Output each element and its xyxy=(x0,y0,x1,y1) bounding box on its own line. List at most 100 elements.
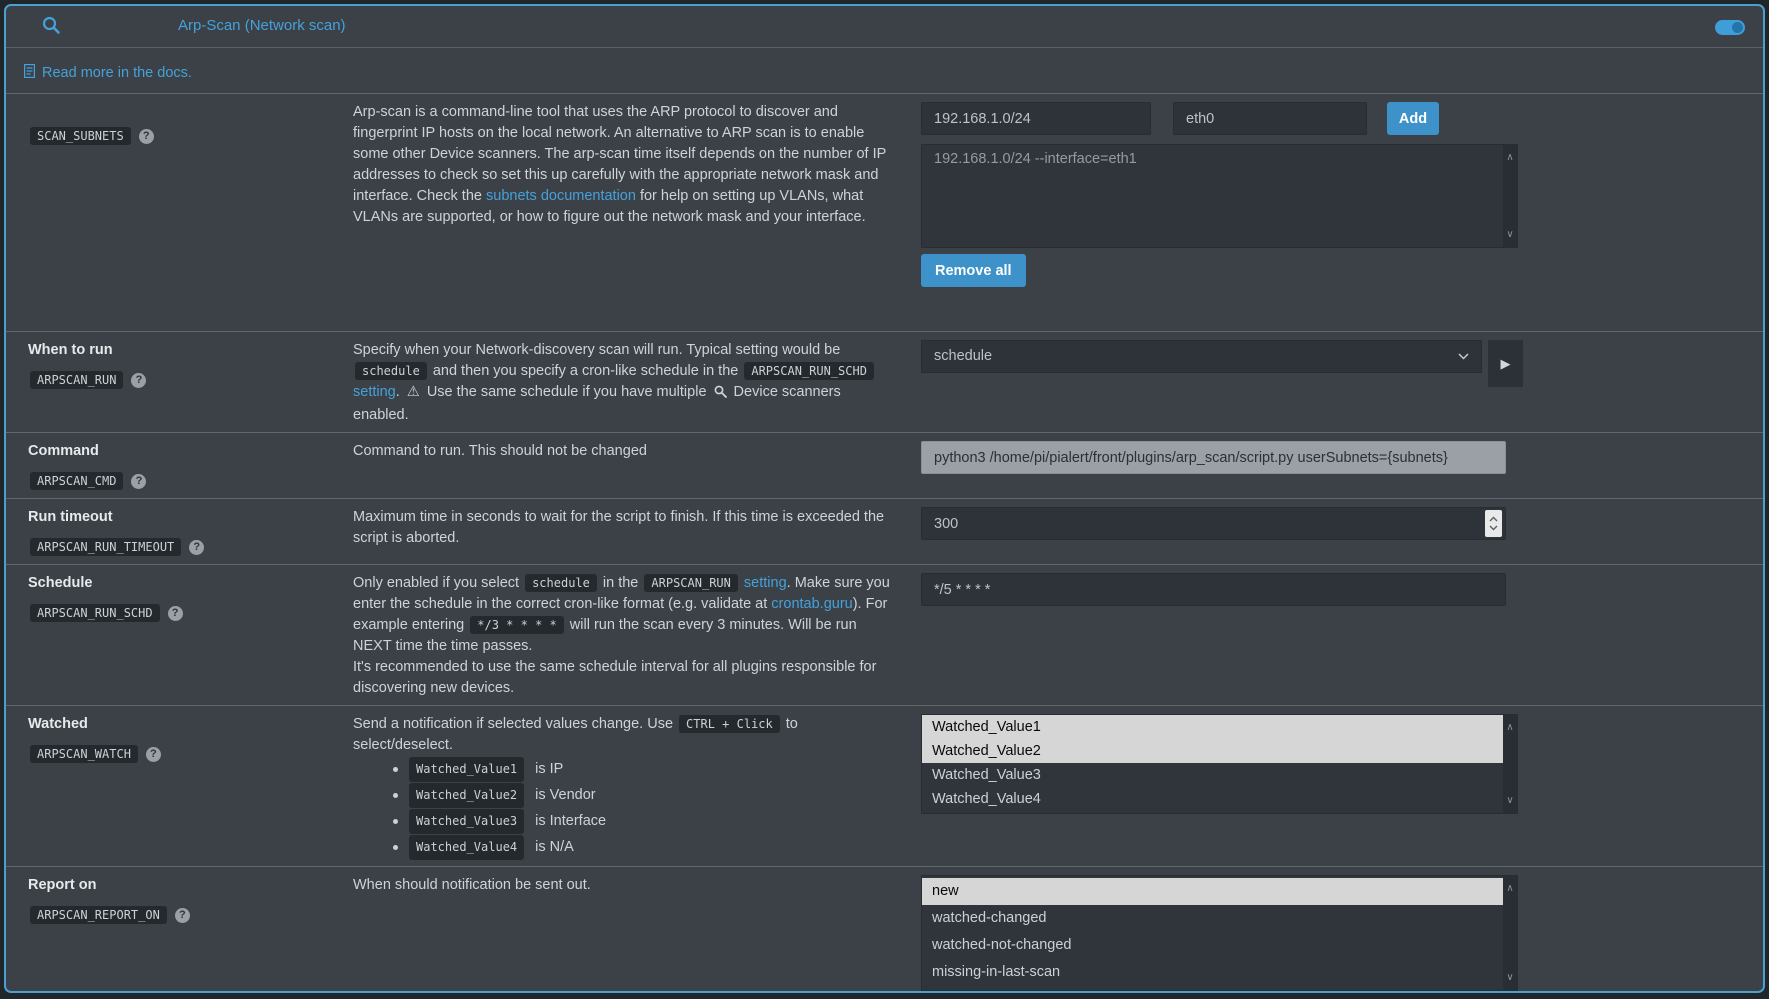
setting-description: Arp-scan is a command-line tool that use… xyxy=(353,102,921,325)
crontab-guru-link[interactable]: crontab.guru xyxy=(771,596,852,612)
scroll-down-icon[interactable]: ∨ xyxy=(1503,790,1517,811)
setting-link[interactable]: setting xyxy=(744,575,787,591)
subnets-listbox[interactable]: 192.168.1.0/24 --interface=eth1 ∧∨ xyxy=(921,144,1518,248)
multiselect-option[interactable]: missing-in-last-scan xyxy=(922,959,1503,986)
setting-control: Watched_Value1 Watched_Value2 Watched_Va… xyxy=(921,714,1763,860)
desc-text: is Vendor xyxy=(535,785,595,806)
report-on-multiselect[interactable]: new watched-changed watched-not-changed … xyxy=(921,875,1518,991)
search-icon[interactable] xyxy=(42,16,61,40)
desc-text: It's recommended to use the same schedul… xyxy=(353,657,897,699)
watched-bullet: Watched_Value4 is N/A xyxy=(393,834,897,860)
setting-row-schedule: Schedule ARPSCAN_RUN_SCHD? Only enabled … xyxy=(6,564,1763,705)
setting-control xyxy=(921,441,1763,492)
help-icon[interactable]: ? xyxy=(131,373,146,388)
inline-code: CTRL + Click xyxy=(679,715,780,733)
watched-multiselect[interactable]: Watched_Value1 Watched_Value2 Watched_Va… xyxy=(921,714,1518,814)
plugin-settings-panel: Arp-Scan (Network scan) Read more in the… xyxy=(4,4,1765,993)
inline-code: schedule xyxy=(355,362,427,380)
inline-code: Watched_Value3 xyxy=(409,809,524,834)
help-icon[interactable]: ? xyxy=(146,747,161,762)
scroll-down-icon[interactable]: ∨ xyxy=(1503,224,1517,245)
setting-description: Only enabled if you select schedule in t… xyxy=(353,573,921,699)
plugin-enabled-toggle[interactable] xyxy=(1715,20,1745,35)
setting-description: Specify when your Network-discovery scan… xyxy=(353,340,921,426)
setting-title: When to run xyxy=(28,340,353,361)
desc-text: and then you specify a cron-like schedul… xyxy=(429,363,743,379)
setting-control xyxy=(921,573,1763,699)
scroll-down-icon[interactable]: ∨ xyxy=(1503,967,1517,988)
subnet-entry-option[interactable]: 192.168.1.0/24 --interface=eth1 xyxy=(922,145,1517,173)
add-button[interactable]: Add xyxy=(1387,102,1439,135)
desc-text: . xyxy=(396,384,404,400)
setting-key-badge: ARPSCAN_RUN_TIMEOUT xyxy=(30,538,181,556)
multiselect-option[interactable]: Watched_Value4 xyxy=(922,787,1503,811)
scroll-up-icon[interactable]: ∧ xyxy=(1503,717,1517,738)
scroll-up-icon[interactable]: ∧ xyxy=(1503,147,1517,168)
multiselect-option[interactable]: Watched_Value1 xyxy=(922,715,1503,739)
help-icon[interactable]: ? xyxy=(189,540,204,555)
scrollbar[interactable]: ∧∨ xyxy=(1503,876,1517,990)
scrollbar[interactable]: ∧∨ xyxy=(1503,715,1517,813)
desc-text: Use the same schedule if you have multip… xyxy=(423,384,711,400)
desc-text: in the xyxy=(599,575,643,591)
multiselect-option[interactable]: Watched_Value3 xyxy=(922,763,1503,787)
setting-title: Report on xyxy=(28,875,353,896)
scroll-up-icon[interactable]: ∧ xyxy=(1503,878,1517,899)
schedule-input[interactable] xyxy=(921,573,1506,606)
watched-bullet: Watched_Value2 is Vendor xyxy=(393,782,897,808)
multiselect-option[interactable]: new xyxy=(922,878,1503,905)
setting-control: schedule ▶ xyxy=(921,340,1763,426)
remove-all-button[interactable]: Remove all xyxy=(921,254,1026,287)
help-icon[interactable]: ? xyxy=(131,474,146,489)
selected-value: schedule xyxy=(934,346,992,367)
help-icon[interactable]: ? xyxy=(139,129,154,144)
timeout-input[interactable] xyxy=(921,507,1506,540)
multiselect-option[interactable]: watched-not-changed xyxy=(922,932,1503,959)
document-icon xyxy=(24,64,35,82)
desc-text: is N/A xyxy=(535,837,574,858)
inline-code: schedule xyxy=(525,574,597,592)
label-column: Schedule ARPSCAN_RUN_SCHD? xyxy=(28,573,353,699)
setting-control: new watched-changed watched-not-changed … xyxy=(921,875,1763,993)
play-icon: ▶ xyxy=(1501,353,1511,374)
label-column: Command ARPSCAN_CMD? xyxy=(28,441,353,492)
scrollbar[interactable]: ∧∨ xyxy=(1503,145,1517,247)
inline-code: Watched_Value2 xyxy=(409,783,524,808)
bullet-icon xyxy=(393,819,398,824)
setting-description: Command to run. This should not be chang… xyxy=(353,441,921,492)
interface-input[interactable] xyxy=(1173,102,1367,135)
desc-text: Only enabled if you select xyxy=(353,575,523,591)
setting-key-badge: ARPSCAN_RUN xyxy=(30,371,123,389)
bullet-icon xyxy=(393,767,398,772)
setting-control xyxy=(921,507,1763,558)
setting-control: Add 192.168.1.0/24 --interface=eth1 ∧∨ R… xyxy=(921,102,1763,325)
help-icon[interactable]: ? xyxy=(175,908,190,923)
desc-text: Send a notification if selected values c… xyxy=(353,716,677,732)
run-mode-select[interactable]: schedule xyxy=(921,340,1482,373)
label-column: When to run ARPSCAN_RUN? xyxy=(28,340,353,426)
setting-title: Run timeout xyxy=(28,507,353,528)
multiselect-option[interactable]: Watched_Value2 xyxy=(922,739,1503,763)
setting-description: When should notification be sent out. xyxy=(353,875,921,993)
toggle-knob xyxy=(1732,22,1743,33)
number-spinner[interactable] xyxy=(1485,510,1502,537)
multiselect-option[interactable]: watched-changed xyxy=(922,905,1503,932)
setting-row-report-on: Report on ARPSCAN_REPORT_ON? When should… xyxy=(6,866,1763,993)
subnet-input[interactable] xyxy=(921,102,1151,135)
docs-link[interactable]: Read more in the docs. xyxy=(42,65,192,81)
setting-description: Send a notification if selected values c… xyxy=(353,714,921,860)
desc-text: Maximum time in seconds to wait for the … xyxy=(353,509,884,546)
setting-link[interactable]: setting xyxy=(353,384,396,400)
inline-code: ARPSCAN_RUN_SCHD xyxy=(744,362,874,380)
setting-key-badge: ARPSCAN_RUN_SCHD xyxy=(30,604,160,622)
watched-bullet: Watched_Value3 is Interface xyxy=(393,808,897,834)
bullet-icon xyxy=(393,845,398,850)
desc-text: is IP xyxy=(535,759,563,780)
subnets-documentation-link[interactable]: subnets documentation xyxy=(486,188,636,204)
inline-code: ARPSCAN_RUN xyxy=(644,574,737,592)
desc-text: When should notification be sent out. xyxy=(353,877,591,893)
help-icon[interactable]: ? xyxy=(168,606,183,621)
run-now-button[interactable]: ▶ xyxy=(1488,340,1523,387)
setting-key-badge: SCAN_SUBNETS xyxy=(30,127,131,145)
label-column: Report on ARPSCAN_REPORT_ON? xyxy=(28,875,353,993)
